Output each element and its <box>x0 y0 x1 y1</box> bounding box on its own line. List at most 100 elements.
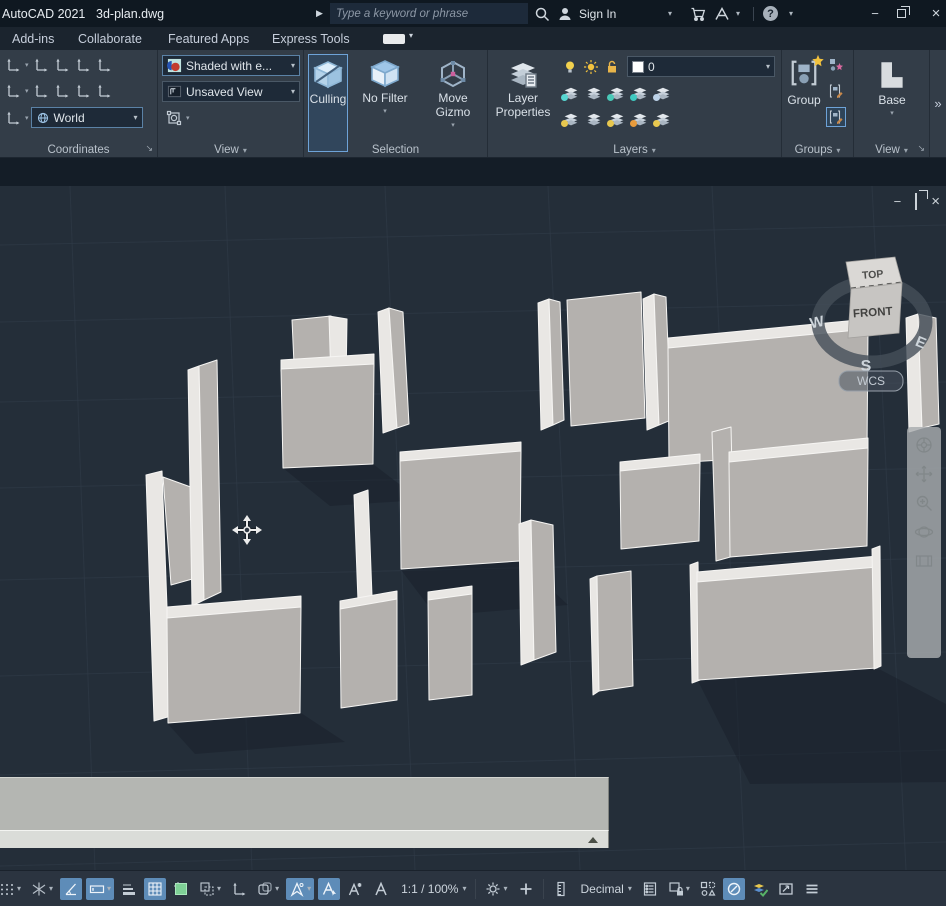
properties-palette[interactable] <box>639 878 661 900</box>
tab-add-ins[interactable]: Add-ins <box>12 27 54 50</box>
layer-color-swatch[interactable] <box>632 61 644 73</box>
lineweight-display[interactable] <box>118 878 140 900</box>
layer-lock-tool-icon[interactable] <box>629 82 651 102</box>
object-snap-3d[interactable]: ▾ <box>286 878 314 900</box>
zoom-icon[interactable] <box>914 493 934 513</box>
clean-screen[interactable] <box>775 878 797 900</box>
tab-featured-apps[interactable]: Featured Apps <box>168 27 249 50</box>
layer-freeze-tool-icon[interactable] <box>606 82 628 102</box>
named-views-icon[interactable] <box>164 108 184 128</box>
layer-thaw-icon[interactable] <box>583 108 605 128</box>
layer-unisolate-icon[interactable] <box>583 82 605 102</box>
selection-panel-label[interactable]: Selection <box>304 144 487 156</box>
ucs-world-icon[interactable] <box>3 108 23 128</box>
search-input[interactable] <box>336 8 522 20</box>
model-wall[interactable] <box>729 448 868 557</box>
selection-cycling[interactable]: ▾ <box>254 878 282 900</box>
layer-freeze-icon[interactable] <box>581 57 601 77</box>
coordinates-expander-icon[interactable]: ↘ <box>145 143 153 154</box>
isolate-objects[interactable] <box>697 878 719 900</box>
model-wall[interactable] <box>567 292 645 426</box>
model-wall[interactable] <box>531 520 556 660</box>
ucs-x-caret-icon[interactable]: ▾ <box>25 87 29 95</box>
graphics-performance[interactable] <box>749 878 771 900</box>
layer-settings-icon[interactable] <box>606 108 628 128</box>
minimize-button[interactable]: − <box>864 0 886 27</box>
model-wall[interactable] <box>167 607 301 723</box>
grid-display[interactable] <box>144 878 166 900</box>
command-expand-icon[interactable] <box>588 837 598 843</box>
command-history-window[interactable] <box>0 777 609 830</box>
tab-express-tools[interactable]: Express Tools <box>272 27 350 50</box>
ucs-point-icon[interactable] <box>52 81 72 101</box>
move-gizmo-button[interactable]: Move Gizmo ▾ <box>422 54 484 152</box>
layer-properties-button[interactable]: Layer Properties <box>492 54 554 152</box>
hardware-acceleration[interactable] <box>723 878 745 900</box>
lock-ui[interactable]: ▾ <box>665 878 693 900</box>
autodesk-caret-icon[interactable]: ▾ <box>736 0 740 27</box>
named-views-caret-icon[interactable]: ▾ <box>186 114 190 122</box>
close-button[interactable]: × <box>925 0 946 27</box>
wcs-label[interactable]: WCS <box>857 374 885 388</box>
drawing-viewport[interactable]: W S E TOP FRONT WCS − × <box>0 186 946 870</box>
layer-combo-caret-icon[interactable]: ▾ <box>766 62 770 71</box>
ucs-x-icon[interactable] <box>3 81 23 101</box>
groups-panel-label[interactable]: Groups▾ <box>782 144 853 156</box>
annotation-scale-icon[interactable] <box>370 878 392 900</box>
ucs-icon[interactable] <box>3 55 23 75</box>
ucs-combo-caret-icon[interactable]: ▾ <box>134 113 138 122</box>
sign-in-button[interactable]: Sign In <box>579 0 616 27</box>
group-edit-icon[interactable] <box>826 81 846 101</box>
workspace-switching[interactable]: ▾ <box>482 878 510 900</box>
help-icon[interactable]: ? <box>763 0 778 27</box>
model-wall[interactable] <box>281 364 374 468</box>
visual-style-caret-icon[interactable]: ▾ <box>291 61 295 70</box>
restore-button[interactable] <box>897 0 906 27</box>
ucs-combo[interactable]: World ▾ <box>31 107 143 128</box>
ucs-origin-icon[interactable] <box>52 55 72 75</box>
ucs-icon-toggle[interactable] <box>228 878 250 900</box>
model-wall[interactable] <box>620 463 700 549</box>
ucs-object-icon[interactable] <box>94 55 114 75</box>
ucs-previous-icon[interactable] <box>31 81 51 101</box>
model-wall[interactable] <box>428 594 472 700</box>
isometric-drafting[interactable]: ▾ <box>28 878 56 900</box>
cart-icon[interactable] <box>690 0 706 27</box>
layer-turn-on-icon[interactable] <box>560 108 582 128</box>
visual-style-combo[interactable]: Shaded with e... ▾ <box>162 55 300 76</box>
layer-isolate-icon[interactable] <box>560 82 582 102</box>
group-selection-toggle-icon[interactable] <box>826 107 846 127</box>
ribbon-display-pill[interactable] <box>383 34 405 44</box>
help-caret-icon[interactable]: ▾ <box>789 0 793 27</box>
model-wall[interactable] <box>354 490 372 601</box>
model-wall[interactable] <box>597 571 633 691</box>
model-wall[interactable] <box>340 599 397 708</box>
autodesk-logo-icon[interactable] <box>714 0 730 27</box>
view-panel-label[interactable]: View▾ <box>158 144 303 156</box>
dynamic-input[interactable]: ▾ <box>86 878 114 900</box>
ribbon-display-caret-icon[interactable]: ▾ <box>409 31 413 40</box>
ucs-z-icon[interactable] <box>73 81 93 101</box>
quick-properties[interactable] <box>170 878 192 900</box>
layer-on-off-icon[interactable] <box>560 57 580 77</box>
model-wall[interactable] <box>872 546 881 669</box>
ucs-zaxis-icon[interactable] <box>94 81 114 101</box>
orbit-icon[interactable] <box>914 522 934 542</box>
snap-mode[interactable]: ▾ <box>0 878 24 900</box>
coordinates-panel-label[interactable]: Coordinates <box>0 144 157 156</box>
viewport-restore-button[interactable] <box>915 195 917 208</box>
base-view-expander-icon[interactable]: ↘ <box>917 143 925 154</box>
no-filter-button[interactable]: No Filter ▾ <box>354 54 416 152</box>
layer-match-icon[interactable] <box>652 82 674 102</box>
navwheel-icon[interactable] <box>914 435 934 455</box>
group-button[interactable]: Group <box>785 54 823 152</box>
ucs-world-caret-icon[interactable]: ▾ <box>25 114 29 122</box>
ungroup-icon[interactable] <box>826 55 846 75</box>
customization-add[interactable] <box>515 878 537 900</box>
viewport-scale[interactable]: 1:1 / 100%▾ <box>396 879 469 899</box>
layers-panel-label[interactable]: Layers▾ <box>488 144 781 156</box>
ucs-caret-icon[interactable]: ▾ <box>25 61 29 69</box>
sign-in-caret-icon[interactable]: ▾ <box>668 0 672 27</box>
tab-collaborate[interactable]: Collaborate <box>78 27 142 50</box>
annotation-autoscale[interactable] <box>344 878 366 900</box>
